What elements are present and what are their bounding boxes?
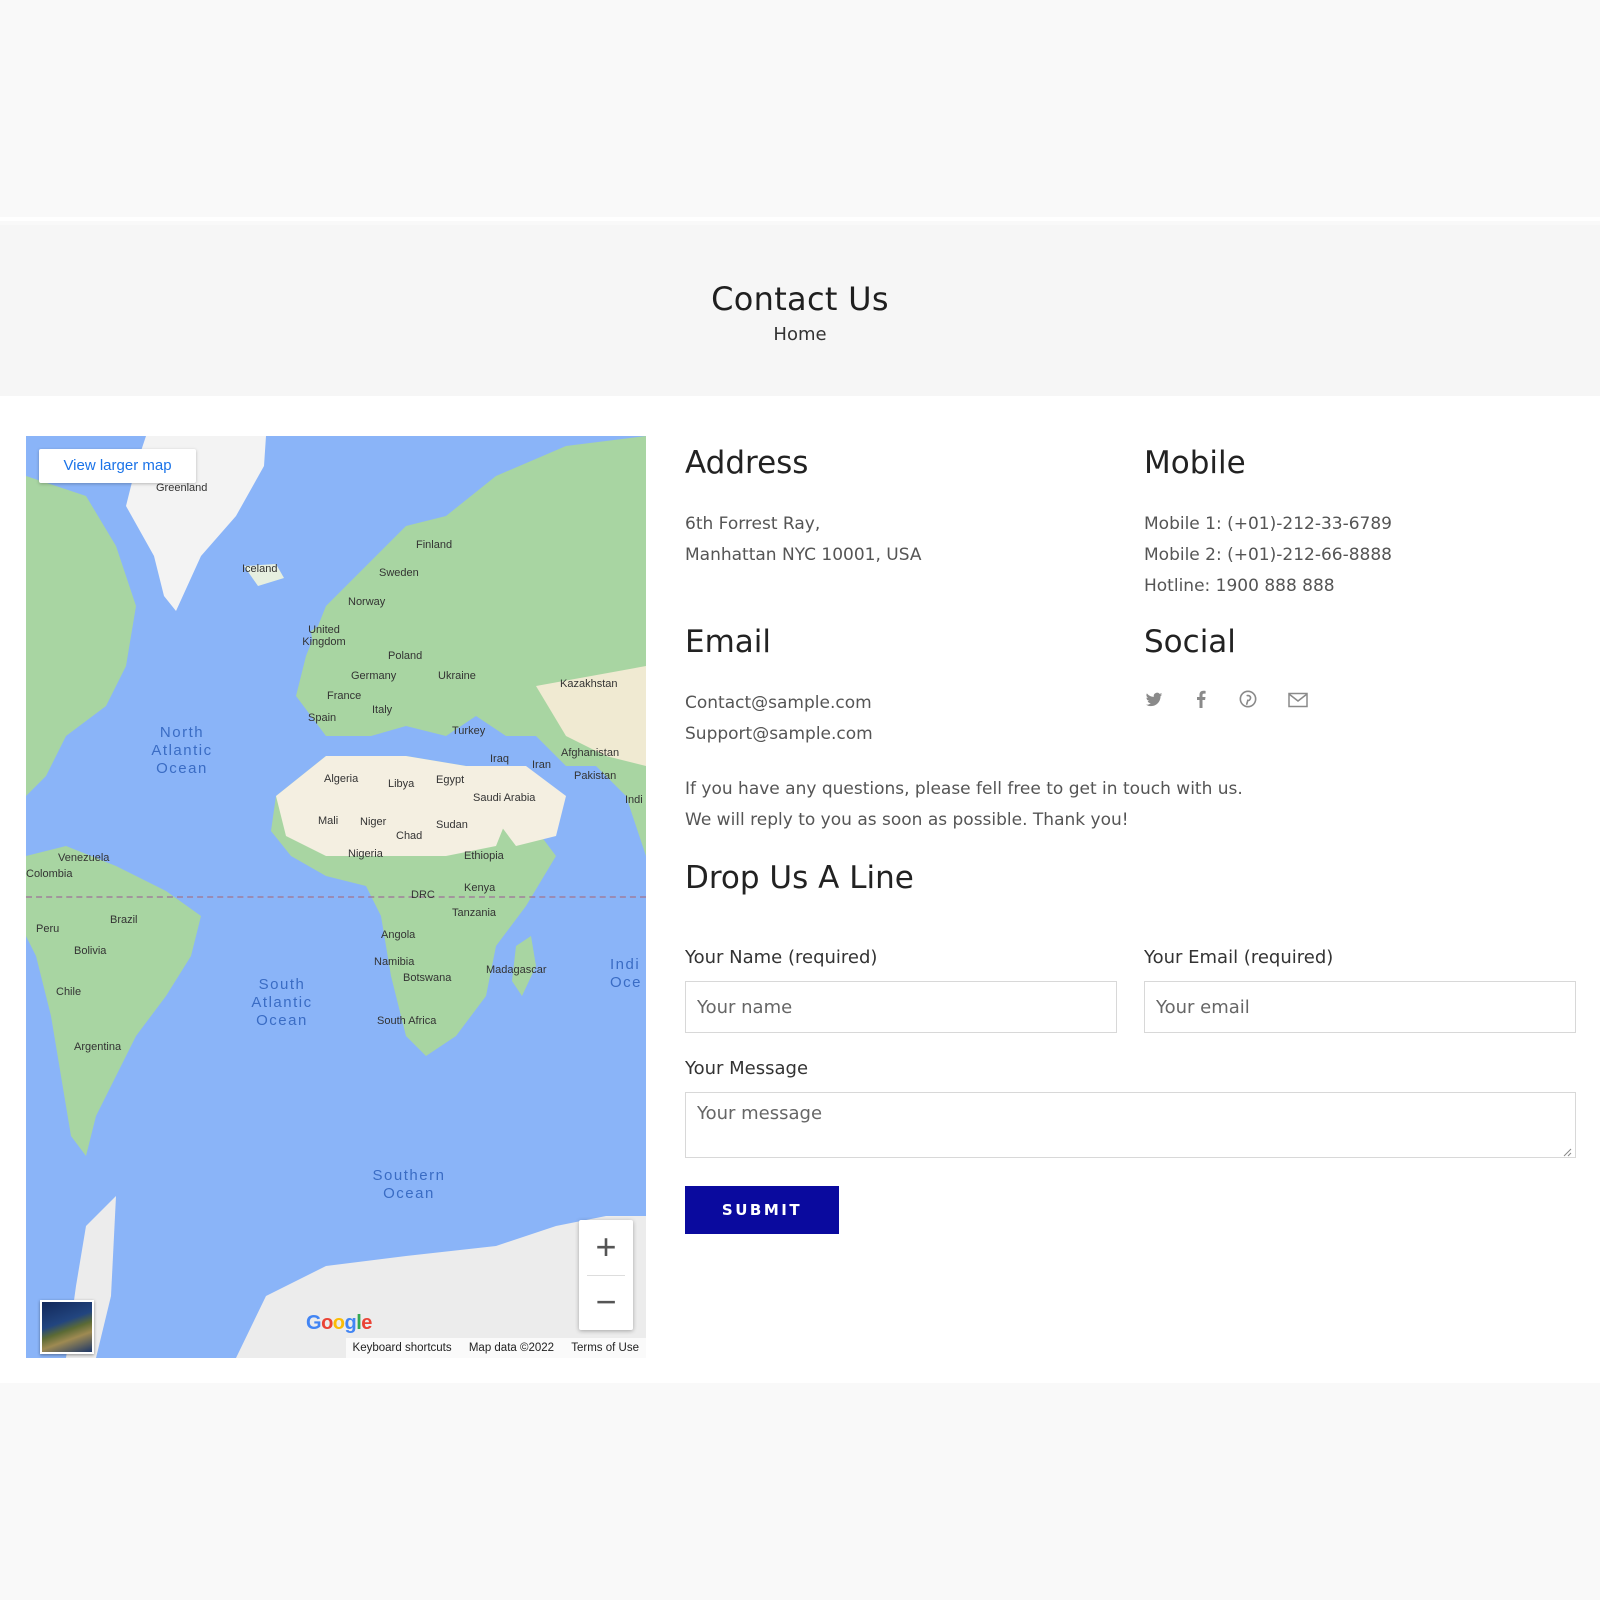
map-label-finland: Finland: [416, 539, 453, 551]
map-label-south-africa: South Africa: [377, 1015, 437, 1027]
map-label-madagascar: Madagascar: [486, 964, 547, 976]
map-footer: Keyboard shortcuts Map data ©2022 Terms …: [345, 1338, 646, 1358]
message-textarea[interactable]: [685, 1092, 1576, 1158]
social-heading: Social: [1144, 624, 1236, 660]
map-equator-line: [26, 896, 646, 898]
map-data-text: Map data ©2022: [468, 1342, 555, 1354]
map-label-egypt: Egypt: [436, 774, 465, 786]
map-label-united-kingdom: United Kingdom: [302, 624, 346, 648]
submit-button[interactable]: SUBMIT: [685, 1186, 839, 1234]
map-label-norway: Norway: [348, 596, 386, 608]
map-label-italy: Italy: [372, 704, 393, 716]
mobile-heading: Mobile: [1144, 445, 1246, 481]
intro-line-2: We will reply to you as soon as possible…: [685, 810, 1129, 830]
message-label: Your Message: [685, 1058, 809, 1079]
mobile-line-2: Mobile 2: (+01)-212-66-8888: [1144, 545, 1393, 565]
footer-band: [0, 1383, 1600, 1600]
map-label-indian-ocean: Indi Oce: [610, 956, 643, 991]
satellite-toggle[interactable]: [40, 1300, 94, 1354]
address-line-2: Manhattan NYC 10001, USA: [685, 545, 922, 565]
zoom-out-button[interactable]: −: [579, 1275, 633, 1329]
map-label-bolivia: Bolivia: [74, 945, 107, 957]
map-label-chad: Chad: [396, 830, 423, 842]
form-heading: Drop Us A Line: [685, 860, 914, 896]
textarea-resize-handle[interactable]: [1562, 1147, 1572, 1157]
map-label-libya: Libya: [388, 778, 415, 790]
map-label-ukraine: Ukraine: [438, 670, 476, 682]
map-label-chile: Chile: [56, 986, 82, 998]
address-line-1: 6th Forrest Ray,: [685, 514, 821, 534]
map-label-brazil: Brazil: [110, 914, 138, 926]
email-input[interactable]: [1144, 981, 1576, 1033]
address-heading: Address: [685, 445, 809, 481]
map-label-poland: Poland: [388, 650, 423, 662]
map-label-kazakhstan: Kazakhstan: [560, 678, 618, 690]
map-label-drc: DRC: [411, 889, 435, 901]
map-label-saudi-arabia: Saudi Arabia: [473, 792, 536, 804]
name-label: Your Name (required): [685, 947, 878, 968]
map-label-kenya: Kenya: [464, 882, 496, 894]
email-heading: Email: [685, 624, 772, 660]
keyboard-shortcuts-link[interactable]: Keyboard shortcuts: [353, 1342, 452, 1354]
map-label-mali: Mali: [318, 815, 339, 827]
map-label-argentina: Argentina: [74, 1041, 122, 1053]
mail-icon[interactable]: [1285, 690, 1311, 716]
map-label-france: France: [327, 690, 362, 702]
map-label-botswana: Botswana: [403, 972, 452, 984]
map-label-pakistan: Pakistan: [574, 770, 617, 782]
map-label-sudan: Sudan: [436, 819, 468, 831]
map-label-iraq: Iraq: [490, 753, 509, 765]
email-contact-link[interactable]: Contact@sample.com: [685, 688, 873, 719]
map-label-afghanistan: Afghanistan: [561, 747, 620, 759]
map-label-venezuela: Venezuela: [58, 852, 110, 864]
map-label-southern-ocean: Southern Ocean: [372, 1167, 446, 1202]
map-label-iran: Iran: [532, 759, 551, 771]
map-label-niger: Niger: [360, 816, 387, 828]
map-label-tanzania: Tanzania: [452, 907, 497, 919]
page-header: Contact Us Home: [0, 225, 1600, 396]
map-label-peru: Peru: [36, 923, 60, 935]
map-label-iceland: Iceland: [242, 563, 278, 575]
map-label-spain: Spain: [308, 712, 337, 724]
map-label-germany: Germany: [351, 670, 397, 682]
facebook-icon[interactable]: [1188, 690, 1214, 716]
view-larger-map-link[interactable]: View larger map: [39, 449, 196, 483]
map-zoom-control: + −: [579, 1220, 633, 1330]
address-text: 6th Forrest Ray, Manhattan NYC 10001, US…: [685, 509, 922, 571]
google-map[interactable]: Greenland Iceland Finland Sweden Norway …: [26, 436, 646, 1358]
google-logo: Google: [306, 1312, 372, 1334]
map-label-greenland: Greenland: [156, 482, 208, 494]
intro-line-1: If you have any questions, please fell f…: [685, 779, 1243, 799]
email-text: Contact@sample.com Support@sample.com: [685, 688, 873, 750]
page-title: Contact Us: [711, 280, 889, 318]
map-label-namibia: Namibia: [374, 956, 415, 968]
map-label-nigeria: Nigeria: [348, 848, 383, 860]
email-support-link[interactable]: Support@sample.com: [685, 719, 873, 750]
map-label-algeria: Algeria: [324, 773, 359, 785]
mobile-text: Mobile 1: (+01)-212-33-6789 Mobile 2: (+…: [1144, 509, 1392, 602]
email-label: Your Email (required): [1144, 947, 1334, 968]
zoom-in-button[interactable]: +: [579, 1220, 633, 1274]
terms-of-use-link[interactable]: Terms of Use: [571, 1342, 639, 1354]
map-label-turkey: Turkey: [452, 725, 486, 737]
intro-text: If you have any questions, please fell f…: [685, 774, 1243, 836]
map-label-india: Indi: [625, 794, 643, 806]
hotline-line: Hotline: 1900 888 888: [1144, 576, 1335, 596]
twitter-icon[interactable]: [1141, 690, 1167, 716]
top-band: [0, 0, 1600, 221]
map-label-north-atlantic: North Atlantic Ocean: [151, 724, 213, 777]
map-label-ethiopia: Ethiopia: [464, 850, 504, 862]
map-label-angola: Angola: [381, 929, 416, 941]
map-label-south-atlantic: South Atlantic Ocean: [251, 976, 313, 1029]
breadcrumb-home[interactable]: Home: [0, 324, 1600, 345]
mobile-line-1: Mobile 1: (+01)-212-33-6789: [1144, 514, 1393, 534]
pinterest-icon[interactable]: [1235, 690, 1261, 716]
map-label-sweden: Sweden: [379, 567, 419, 579]
name-input[interactable]: [685, 981, 1117, 1033]
map-label-colombia: Colombia: [26, 868, 73, 880]
